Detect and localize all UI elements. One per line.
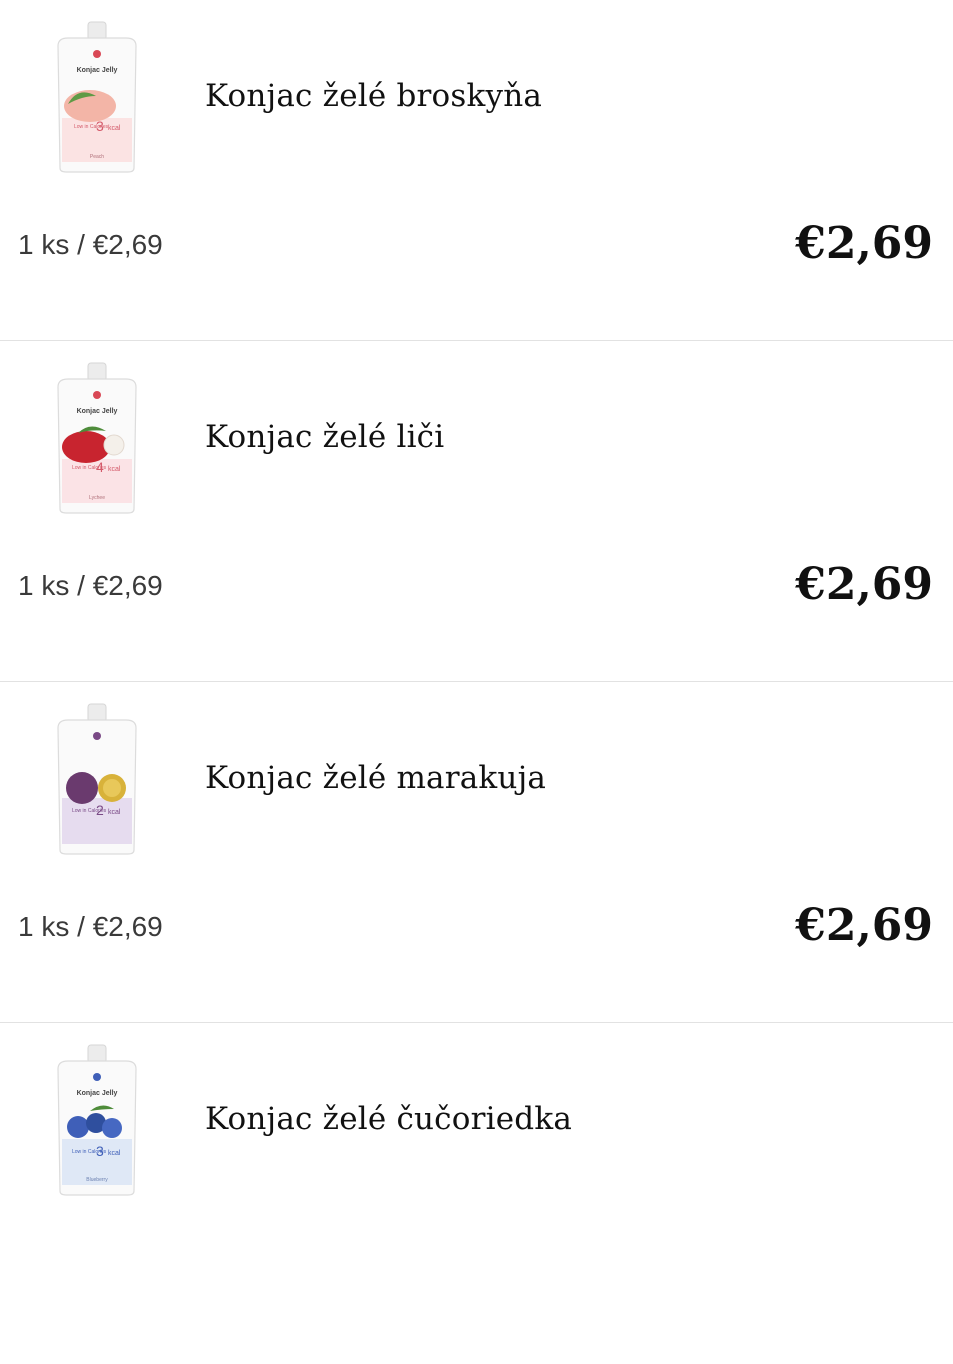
pouch-flavor-label: Peach [90, 154, 104, 160]
pouch-brand-text: Konjac Jelly [77, 67, 118, 74]
brand-logo-icon [93, 1073, 101, 1081]
product-list: Konjac Jelly Low in Calories 3 kcal Peac… [0, 0, 953, 1364]
brand-logo-icon [93, 732, 101, 740]
product-image-blueberry[interactable]: Konjac Jelly Low in Calories 3 kcal Blue… [50, 1043, 144, 1199]
pouch-brand-text: Konjac Jelly [77, 1090, 118, 1097]
product-unit-price: 1 ks / €2,69 [18, 229, 163, 260]
product-name[interactable]: Konjac želé marakuja [205, 760, 546, 796]
pouch-kcal-unit: kcal [108, 809, 121, 816]
product-price: €2,69 [795, 559, 933, 610]
brand-logo-icon [93, 391, 101, 399]
pouch-kcal-number: 3 [96, 118, 104, 134]
pouch-kcal-unit: kcal [108, 466, 121, 473]
blueberry-jelly-pouch-icon: Konjac Jelly Low in Calories 3 kcal Blue… [57, 1044, 137, 1196]
peach-jelly-pouch-icon: Konjac Jelly Low in Calories 3 kcal Peac… [57, 21, 137, 173]
pouch-flavor-label: Blueberry [86, 1177, 108, 1183]
product-price: €2,69 [795, 218, 933, 269]
product-item-blueberry[interactable]: Konjac Jelly Low in Calories 3 kcal Blue… [0, 1023, 953, 1364]
blueberry-fruit-icon [67, 1116, 89, 1138]
product-price: €2,69 [795, 900, 933, 951]
pouch-flavor-label: Lychee [89, 495, 105, 501]
pouch-kcal-unit: kcal [108, 1150, 121, 1157]
product-image-peach[interactable]: Konjac Jelly Low in Calories 3 kcal Peac… [50, 20, 144, 176]
product-item-peach[interactable]: Konjac Jelly Low in Calories 3 kcal Peac… [0, 0, 953, 341]
product-name[interactable]: Konjac želé broskyňa [205, 78, 542, 114]
product-name[interactable]: Konjac želé liči [205, 419, 444, 455]
product-unit-price: 1 ks / €2,69 [18, 911, 163, 942]
product-item-passion-fruit[interactable]: Low in Calories 2 kcal Konjac želé marak… [0, 682, 953, 1023]
passion-fruit-jelly-pouch-icon: Low in Calories 2 kcal [57, 703, 137, 855]
product-name[interactable]: Konjac želé čučoriedka [205, 1101, 572, 1137]
product-unit-price: 1 ks / €2,69 [18, 570, 163, 601]
pouch-kcal-number: 2 [96, 802, 104, 818]
pouch-kcal-number: 4 [96, 459, 104, 475]
pouch-kcal-number: 3 [96, 1143, 104, 1159]
product-image-lychee[interactable]: Konjac Jelly Low in Calories 4 kcal Lych… [50, 361, 144, 517]
product-image-passion-fruit[interactable]: Low in Calories 2 kcal [50, 702, 144, 858]
brand-logo-icon [93, 50, 101, 58]
lychee-jelly-pouch-icon: Konjac Jelly Low in Calories 4 kcal Lych… [57, 362, 137, 514]
product-item-lychee[interactable]: Konjac Jelly Low in Calories 4 kcal Lych… [0, 341, 953, 682]
pouch-brand-text: Konjac Jelly [77, 408, 118, 415]
passion-fruit-icon [66, 772, 98, 804]
pouch-kcal-unit: kcal [108, 125, 121, 132]
